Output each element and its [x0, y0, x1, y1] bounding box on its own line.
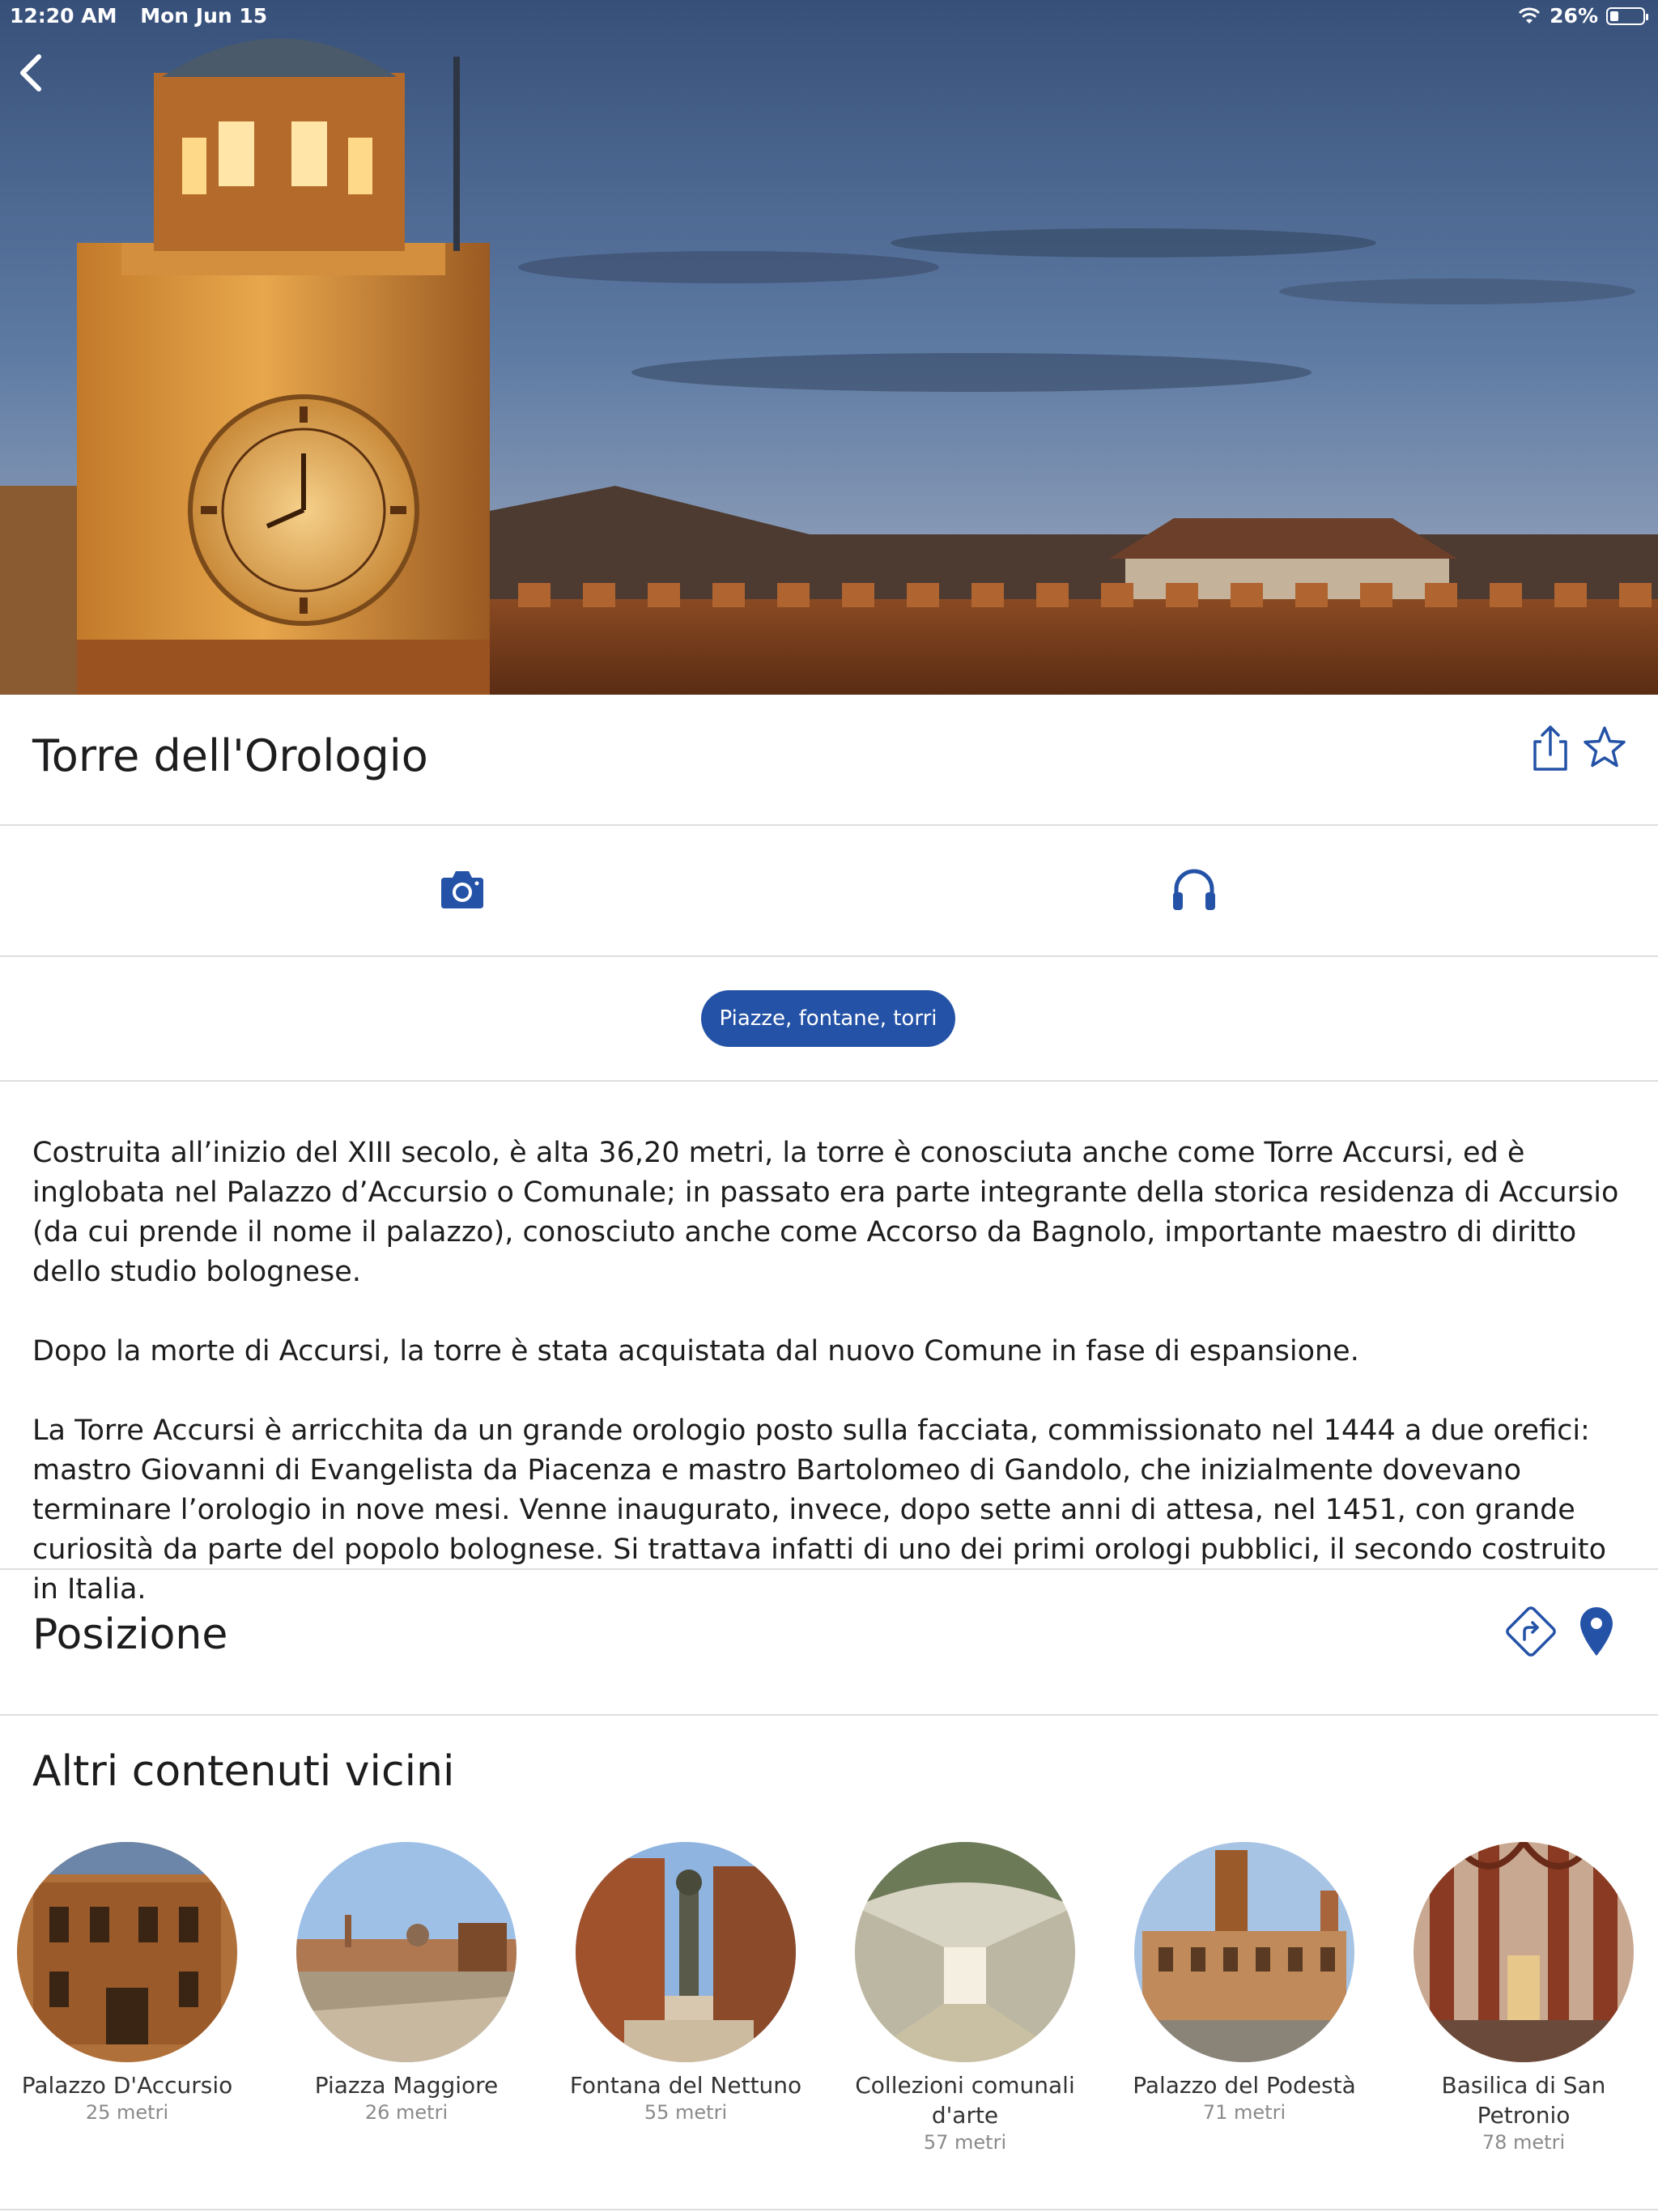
- battery-icon: [1606, 6, 1648, 25]
- nearby-item-fontana-del-nettuno[interactable]: Fontana del Nettuno 55 metri: [564, 1842, 807, 2125]
- nearby-item-piazza-maggiore[interactable]: Piazza Maggiore 26 metri: [285, 1842, 528, 2125]
- hero-image: [0, 0, 1658, 695]
- nearby-distance: 25 metri: [85, 2101, 169, 2124]
- share-icon[interactable]: [1530, 724, 1571, 772]
- nearby-name: Palazzo D'Accursio: [21, 2072, 233, 2099]
- nearby-name: Basilica di San Petronio: [1441, 2072, 1606, 2129]
- status-bar: 12:20 AM Mon Jun 15 26%: [0, 0, 1658, 32]
- nearby-distance: 71 metri: [1202, 2101, 1286, 2124]
- page-title: Torre dell'Orologio: [32, 730, 428, 781]
- nearby-thumbnail: [1134, 1842, 1354, 2062]
- nearby-item-basilica-san-petronio[interactable]: Basilica di San Petronio 78 metri: [1402, 1842, 1645, 2155]
- position-row: Posizione: [0, 1568, 1658, 1716]
- category-tag[interactable]: Piazze, fontane, torri: [701, 990, 955, 1047]
- nearby-thumbnail: [296, 1842, 517, 2062]
- map-pin-icon[interactable]: [1577, 1606, 1616, 1659]
- description-paragraph: Costruita all’inizio del XIII secolo, è …: [32, 1137, 1619, 1288]
- media-row: [0, 826, 1658, 957]
- wifi-icon: [1519, 7, 1541, 23]
- nearby-distance: 78 metri: [1482, 2131, 1566, 2154]
- nearby-list: Palazzo D'Accursio 25 metri Piazza Maggi…: [0, 1842, 1658, 2182]
- bottom-divider: [0, 2209, 1658, 2210]
- nearby-thumbnail: [576, 1842, 796, 2062]
- headphones-icon[interactable]: [1170, 866, 1218, 912]
- nearby-distance: 57 metri: [923, 2131, 1007, 2154]
- nearby-title: Altri contenuti vicini: [32, 1747, 455, 1796]
- battery-percent: 26%: [1550, 4, 1598, 28]
- nearby-item-palazzo-daccursio[interactable]: Palazzo D'Accursio 25 metri: [6, 1842, 249, 2125]
- tag-row: Piazze, fontane, torri: [0, 957, 1658, 1082]
- camera-icon[interactable]: [440, 866, 485, 912]
- description-paragraph: Dopo la morte di Accursi, la torre è sta…: [32, 1335, 1359, 1368]
- nearby-name: Collezioni comunali d'arte: [855, 2072, 1075, 2129]
- directions-icon[interactable]: [1502, 1602, 1560, 1661]
- star-icon[interactable]: [1583, 725, 1626, 769]
- hero-photo-torre-orologio: [0, 0, 1658, 695]
- battery-level: [1610, 11, 1618, 21]
- nearby-distance: 55 metri: [644, 2101, 728, 2124]
- nearby-name: Piazza Maggiore: [314, 2072, 499, 2099]
- nearby-name: Palazzo del Podestà: [1133, 2072, 1356, 2099]
- nearby-thumbnail: [855, 1842, 1075, 2062]
- nearby-name: Fontana del Nettuno: [569, 2072, 802, 2099]
- nearby-item-collezioni-comunali[interactable]: Collezioni comunali d'arte 57 metri: [844, 1842, 1086, 2155]
- nearby-thumbnail: [17, 1842, 237, 2062]
- nearby-thumbnail: [1414, 1842, 1634, 2062]
- position-title: Posizione: [32, 1610, 228, 1659]
- title-row: Torre dell'Orologio: [0, 695, 1658, 826]
- nearby-item-palazzo-del-podesta[interactable]: Palazzo del Podestà 71 metri: [1123, 1842, 1366, 2125]
- back-chevron-icon[interactable]: [15, 50, 47, 96]
- nearby-distance: 26 metri: [364, 2101, 449, 2124]
- status-date: Mon Jun 15: [140, 4, 268, 28]
- status-time: 12:20 AM: [10, 4, 117, 28]
